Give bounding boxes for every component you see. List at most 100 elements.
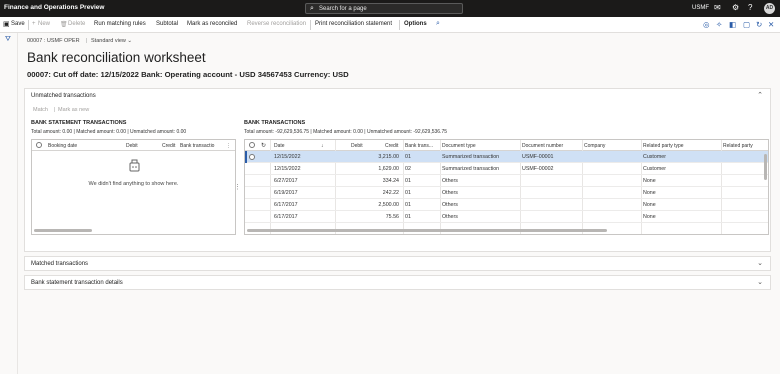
bank-trans-cell[interactable]: 01 <box>405 214 411 220</box>
table-row[interactable]: 12/15/2022 1,629.00 02 Summarized transa… <box>245 163 768 175</box>
settings-gear-icon[interactable]: ⚙ <box>732 3 739 12</box>
doc-type-cell[interactable]: Summarized transaction <box>442 166 499 172</box>
column-header[interactable]: Bank transactio <box>180 143 214 149</box>
debit-cell[interactable]: 3,215.00 <box>337 154 399 160</box>
debit-cell[interactable]: 334.24 <box>337 178 399 184</box>
date-cell[interactable]: 6/17/2017 <box>274 214 298 220</box>
horizontal-scrollbar[interactable] <box>34 229 92 232</box>
delete-button[interactable]: Delete <box>68 21 85 27</box>
chevron-down-icon[interactable]: ⌄ <box>757 278 763 286</box>
mark-as-reconciled-button[interactable]: Mark as reconciled <box>187 21 237 27</box>
party-type-cell[interactable]: Customer <box>643 154 666 160</box>
vertical-scrollbar[interactable] <box>764 154 767 180</box>
bank-trans-cell[interactable]: 02 <box>405 166 411 172</box>
company-picker[interactable]: USMF <box>692 5 709 11</box>
doc-type-cell[interactable]: Others <box>442 214 458 220</box>
column-header[interactable]: Related party <box>723 143 753 149</box>
bank-trans-cell[interactable]: 01 <box>405 178 411 184</box>
doc-type-cell[interactable]: Summarized transaction <box>442 154 499 160</box>
table-row[interactable]: 12/15/2022 3,215.00 01 Summarized transa… <box>245 151 768 163</box>
select-all-radio[interactable] <box>36 142 42 148</box>
filter-icon[interactable]: ⛛ <box>5 36 11 44</box>
table-row[interactable]: 6/17/2017 75.56 01 Others None <box>245 211 768 223</box>
date-cell[interactable]: 12/15/2022 <box>274 166 301 172</box>
table-row[interactable]: 6/17/2017 2,500.00 01 Others None <box>245 199 768 211</box>
select-all-radio[interactable] <box>249 142 255 148</box>
refresh-icon[interactable]: ↻ <box>756 20 762 29</box>
more-columns-icon[interactable]: ⋮ <box>226 143 231 149</box>
chevron-down-icon[interactable]: ⌄ <box>757 259 763 267</box>
column-header[interactable]: Debit <box>351 143 363 149</box>
debit-cell[interactable]: 1,629.00 <box>337 166 399 172</box>
divider <box>28 20 29 30</box>
search-box[interactable]: ⌕ Search for a page <box>305 3 463 14</box>
column-header[interactable]: Credit <box>162 143 175 149</box>
table-row[interactable]: 6/19/2017 242.22 01 Others None <box>245 187 768 199</box>
fasttab-title[interactable]: Matched transactions <box>31 261 88 267</box>
table-row[interactable]: 6/27/2017 334.24 01 Others None <box>245 175 768 187</box>
options-button[interactable]: Options <box>404 21 427 27</box>
help-icon[interactable]: ? <box>748 3 752 12</box>
party-type-cell[interactable]: None <box>643 214 656 220</box>
column-header[interactable]: Credit <box>385 143 398 149</box>
chevron-up-icon[interactable]: ⌃ <box>757 91 763 99</box>
run-matching-rules-button[interactable]: Run matching rules <box>94 21 146 27</box>
new-button[interactable]: New <box>38 21 50 27</box>
app-title: Finance and Operations Preview <box>4 4 105 11</box>
date-cell[interactable]: 12/15/2022 <box>274 154 301 160</box>
refresh-icon[interactable]: ↻ <box>261 142 266 149</box>
party-type-cell[interactable]: None <box>643 190 656 196</box>
save-button[interactable]: Save <box>11 21 25 27</box>
debit-cell[interactable]: 2,500.00 <box>337 202 399 208</box>
column-header[interactable]: Bank trans... <box>405 143 433 149</box>
close-icon[interactable]: ✕ <box>768 20 774 29</box>
column-header[interactable]: Date <box>274 143 285 149</box>
fasttab-title[interactable]: Unmatched transactions <box>31 93 96 99</box>
bank-trans-cell[interactable]: 01 <box>405 202 411 208</box>
horizontal-scrollbar[interactable] <box>247 229 607 232</box>
bank-trans-cell[interactable]: 01 <box>405 154 411 160</box>
fasttab-unmatched-transactions: Unmatched transactions ⌃ Match | Mark as… <box>24 88 771 252</box>
grid-header: Booking date Debit Credit Bank transacti… <box>32 140 235 151</box>
column-header[interactable]: Document type <box>442 143 476 149</box>
notifications-icon[interactable]: ✉ <box>714 3 721 12</box>
link-icon[interactable]: ◎ <box>703 20 710 29</box>
bank-trans-cell[interactable]: 01 <box>405 190 411 196</box>
view-selector[interactable]: Standard view ⌄ <box>91 38 132 44</box>
favorite-icon[interactable]: ✧ <box>716 20 722 29</box>
reverse-reconciliation-button[interactable]: Reverse reconciliation <box>247 21 306 27</box>
fasttab-statement-details[interactable]: Bank statement transaction details ⌄ <box>24 275 771 290</box>
column-header[interactable]: Company <box>584 143 605 149</box>
party-type-cell[interactable]: None <box>643 202 656 208</box>
fasttab-title[interactable]: Bank statement transaction details <box>31 280 123 286</box>
date-cell[interactable]: 6/27/2017 <box>274 178 298 184</box>
bank-statement-grid: Booking date Debit Credit Bank transacti… <box>31 139 236 235</box>
search-icon[interactable]: ⌕ <box>436 20 440 28</box>
doc-type-cell[interactable]: Others <box>442 178 458 184</box>
subtotal-button[interactable]: Subtotal <box>156 21 178 27</box>
user-avatar[interactable]: AD <box>764 3 775 14</box>
column-header[interactable]: Related party type <box>643 143 684 149</box>
date-cell[interactable]: 6/17/2017 <box>274 202 298 208</box>
splitter-handle[interactable]: ⋮ <box>234 183 241 191</box>
column-header[interactable]: Document number <box>522 143 563 149</box>
fasttab-matched-transactions[interactable]: Matched transactions ⌄ <box>24 256 771 271</box>
mark-as-new-button[interactable]: Mark as new <box>58 107 89 113</box>
column-header[interactable]: Debit <box>126 143 138 149</box>
party-type-cell[interactable]: Customer <box>643 166 666 172</box>
doc-number-cell[interactable]: USMF-00002 <box>522 166 554 172</box>
debit-cell[interactable]: 75.56 <box>337 214 399 220</box>
doc-type-cell[interactable]: Others <box>442 190 458 196</box>
debit-cell[interactable]: 242.22 <box>337 190 399 196</box>
column-header[interactable]: Booking date <box>48 143 77 149</box>
date-cell[interactable]: 6/19/2017 <box>274 190 298 196</box>
row-radio[interactable] <box>249 154 255 160</box>
breadcrumb[interactable]: 00007 : USMF OPER <box>27 38 80 44</box>
office-icon[interactable]: ◧ <box>729 20 736 29</box>
match-button[interactable]: Match <box>33 107 48 113</box>
doc-number-cell[interactable]: USMF-00001 <box>522 154 554 160</box>
doc-type-cell[interactable]: Others <box>442 202 458 208</box>
print-statement-button[interactable]: Print reconciliation statement <box>315 21 392 27</box>
comment-icon[interactable]: ▢ <box>743 20 750 29</box>
party-type-cell[interactable]: None <box>643 178 656 184</box>
